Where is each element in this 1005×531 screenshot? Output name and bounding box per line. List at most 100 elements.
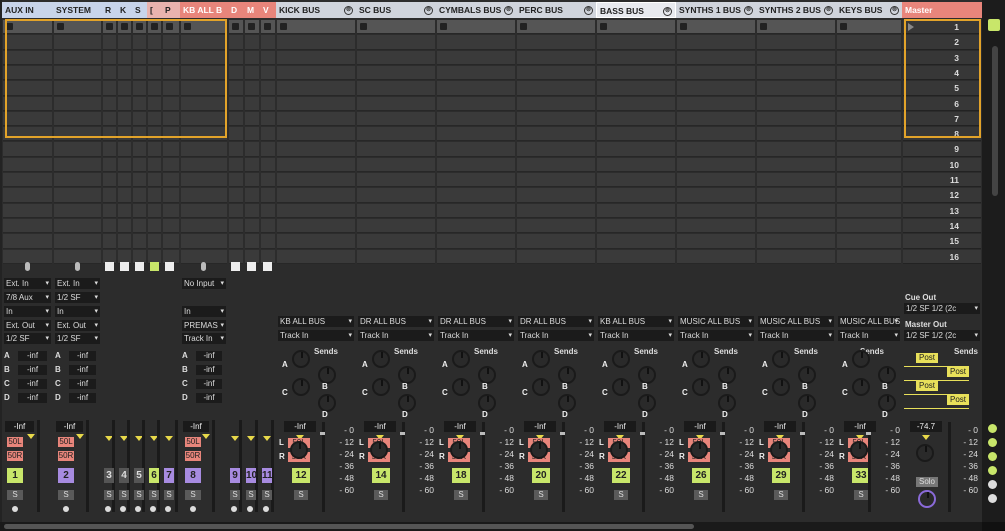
volume-fader[interactable] (320, 432, 325, 435)
pan-left[interactable]: 50L (7, 437, 23, 447)
return-post-button[interactable]: Post (916, 381, 938, 391)
clip-slot[interactable] (757, 142, 835, 157)
clip-slot[interactable] (245, 173, 259, 188)
arm-button[interactable] (105, 506, 111, 512)
arm-button[interactable] (190, 506, 196, 512)
clip-slot[interactable] (181, 142, 227, 157)
clip-slot[interactable] (517, 35, 595, 50)
track-title[interactable]: KEYS BUS ⊜ (836, 2, 902, 18)
clip-slot[interactable] (357, 35, 435, 50)
clip-slot[interactable] (357, 20, 435, 35)
io-out_sub[interactable]: Track In ▾ (182, 333, 226, 344)
clip-slot[interactable] (118, 203, 131, 218)
send-knob[interactable] (612, 350, 630, 368)
clip-slot[interactable] (677, 35, 755, 50)
arm-button[interactable] (231, 506, 237, 512)
output-routing[interactable]: MUSIC ALL BUS ▾ (838, 316, 900, 327)
track-title[interactable]: PERC BUS ⊜ (516, 2, 596, 18)
track-title[interactable]: K (117, 2, 132, 18)
volume-fader[interactable] (560, 432, 565, 435)
clip-slot[interactable] (261, 203, 275, 218)
clip-slot[interactable] (597, 234, 675, 249)
clip-slot[interactable] (229, 218, 243, 234)
clip-slot[interactable] (677, 81, 755, 96)
pan-knob[interactable] (450, 441, 468, 459)
group-fold-icon[interactable]: ⊜ (744, 6, 753, 15)
clip-slot[interactable] (357, 127, 435, 142)
send-value[interactable]: -inf (18, 365, 47, 375)
arm-button[interactable] (263, 506, 269, 512)
clip-slot[interactable] (517, 50, 595, 65)
clip-slot[interactable] (757, 249, 835, 264)
return-post-button[interactable]: Post (947, 395, 969, 405)
sends-toggle-icon[interactable] (988, 438, 997, 447)
clip-slot[interactable] (245, 127, 259, 142)
volume-fader[interactable] (640, 432, 645, 435)
microphone-icon[interactable] (24, 262, 30, 271)
microphone-icon[interactable] (201, 262, 206, 271)
track-activator[interactable]: 2 (58, 468, 74, 483)
scene-launch[interactable]: 9 (903, 142, 981, 157)
clip-slot[interactable] (181, 218, 227, 234)
clip-slot[interactable] (118, 173, 131, 188)
arm-button[interactable] (12, 506, 18, 512)
output-sub-routing[interactable]: Track In ▾ (598, 330, 674, 341)
arm-button[interactable] (63, 506, 69, 512)
clip-slot[interactable] (245, 157, 259, 173)
record-button[interactable] (135, 262, 144, 271)
clip-slot[interactable] (54, 234, 101, 249)
clip-slot[interactable] (357, 96, 435, 111)
clip-slot[interactable] (837, 188, 901, 203)
volume-value[interactable]: -Inf (604, 421, 636, 432)
clip-slot[interactable] (597, 65, 675, 81)
clip-slot[interactable] (597, 249, 675, 264)
clip-slot[interactable] (837, 35, 901, 50)
clip-slot[interactable] (517, 142, 595, 157)
volume-value[interactable]: -Inf (764, 421, 796, 432)
clip-slot[interactable] (148, 203, 161, 218)
clip-slot[interactable] (757, 157, 835, 173)
clip-slot[interactable] (437, 65, 515, 81)
clip-slot[interactable] (517, 188, 595, 203)
clip-slot[interactable] (677, 234, 755, 249)
clip-slot[interactable] (229, 111, 243, 127)
clip-slot[interactable] (245, 142, 259, 157)
clip-slot[interactable] (677, 50, 755, 65)
clip-slot[interactable] (277, 81, 355, 96)
output-routing[interactable]: MUSIC ALL BUS ▾ (678, 316, 754, 327)
record-button[interactable] (263, 262, 272, 271)
record-button[interactable] (105, 262, 114, 271)
pan-knob[interactable] (530, 441, 548, 459)
clip-slot[interactable] (837, 50, 901, 65)
clip-slot[interactable] (163, 203, 179, 218)
clip-slot[interactable] (597, 157, 675, 173)
scene-launch[interactable]: 16 (903, 249, 981, 264)
output-routing[interactable]: DR ALL BUS ▾ (518, 316, 594, 327)
clip-slot[interactable] (757, 127, 835, 142)
volume-value[interactable]: -Inf (844, 421, 876, 432)
send-knob[interactable] (772, 350, 790, 368)
clip-slot[interactable] (677, 127, 755, 142)
clip-stop-button[interactable] (264, 23, 271, 30)
pan-left[interactable]: 50L (185, 437, 201, 447)
send-knob[interactable] (852, 378, 870, 396)
track-activator[interactable]: 3 (104, 468, 114, 483)
send-knob[interactable] (692, 378, 710, 396)
clip-slot[interactable] (597, 218, 675, 234)
send-knob[interactable] (292, 350, 310, 368)
solo-button[interactable]: S (614, 490, 628, 500)
master-title[interactable]: Master (902, 2, 982, 18)
clip-slot[interactable] (437, 127, 515, 142)
clip-slot[interactable] (517, 111, 595, 127)
clip-slot[interactable] (148, 234, 161, 249)
clip-slot[interactable] (148, 218, 161, 234)
clip-slot[interactable] (54, 188, 101, 203)
play-triangle-icon[interactable] (908, 23, 914, 31)
clip-slot[interactable] (229, 188, 243, 203)
solo-button[interactable]: S (262, 490, 272, 500)
master-out-select[interactable]: 1/2 SF 1/2 (2c ▾ (904, 330, 980, 341)
scene-launch[interactable]: 11 (903, 173, 981, 188)
clip-slot[interactable] (277, 157, 355, 173)
arm-button[interactable] (120, 506, 126, 512)
clip-slot[interactable] (437, 157, 515, 173)
